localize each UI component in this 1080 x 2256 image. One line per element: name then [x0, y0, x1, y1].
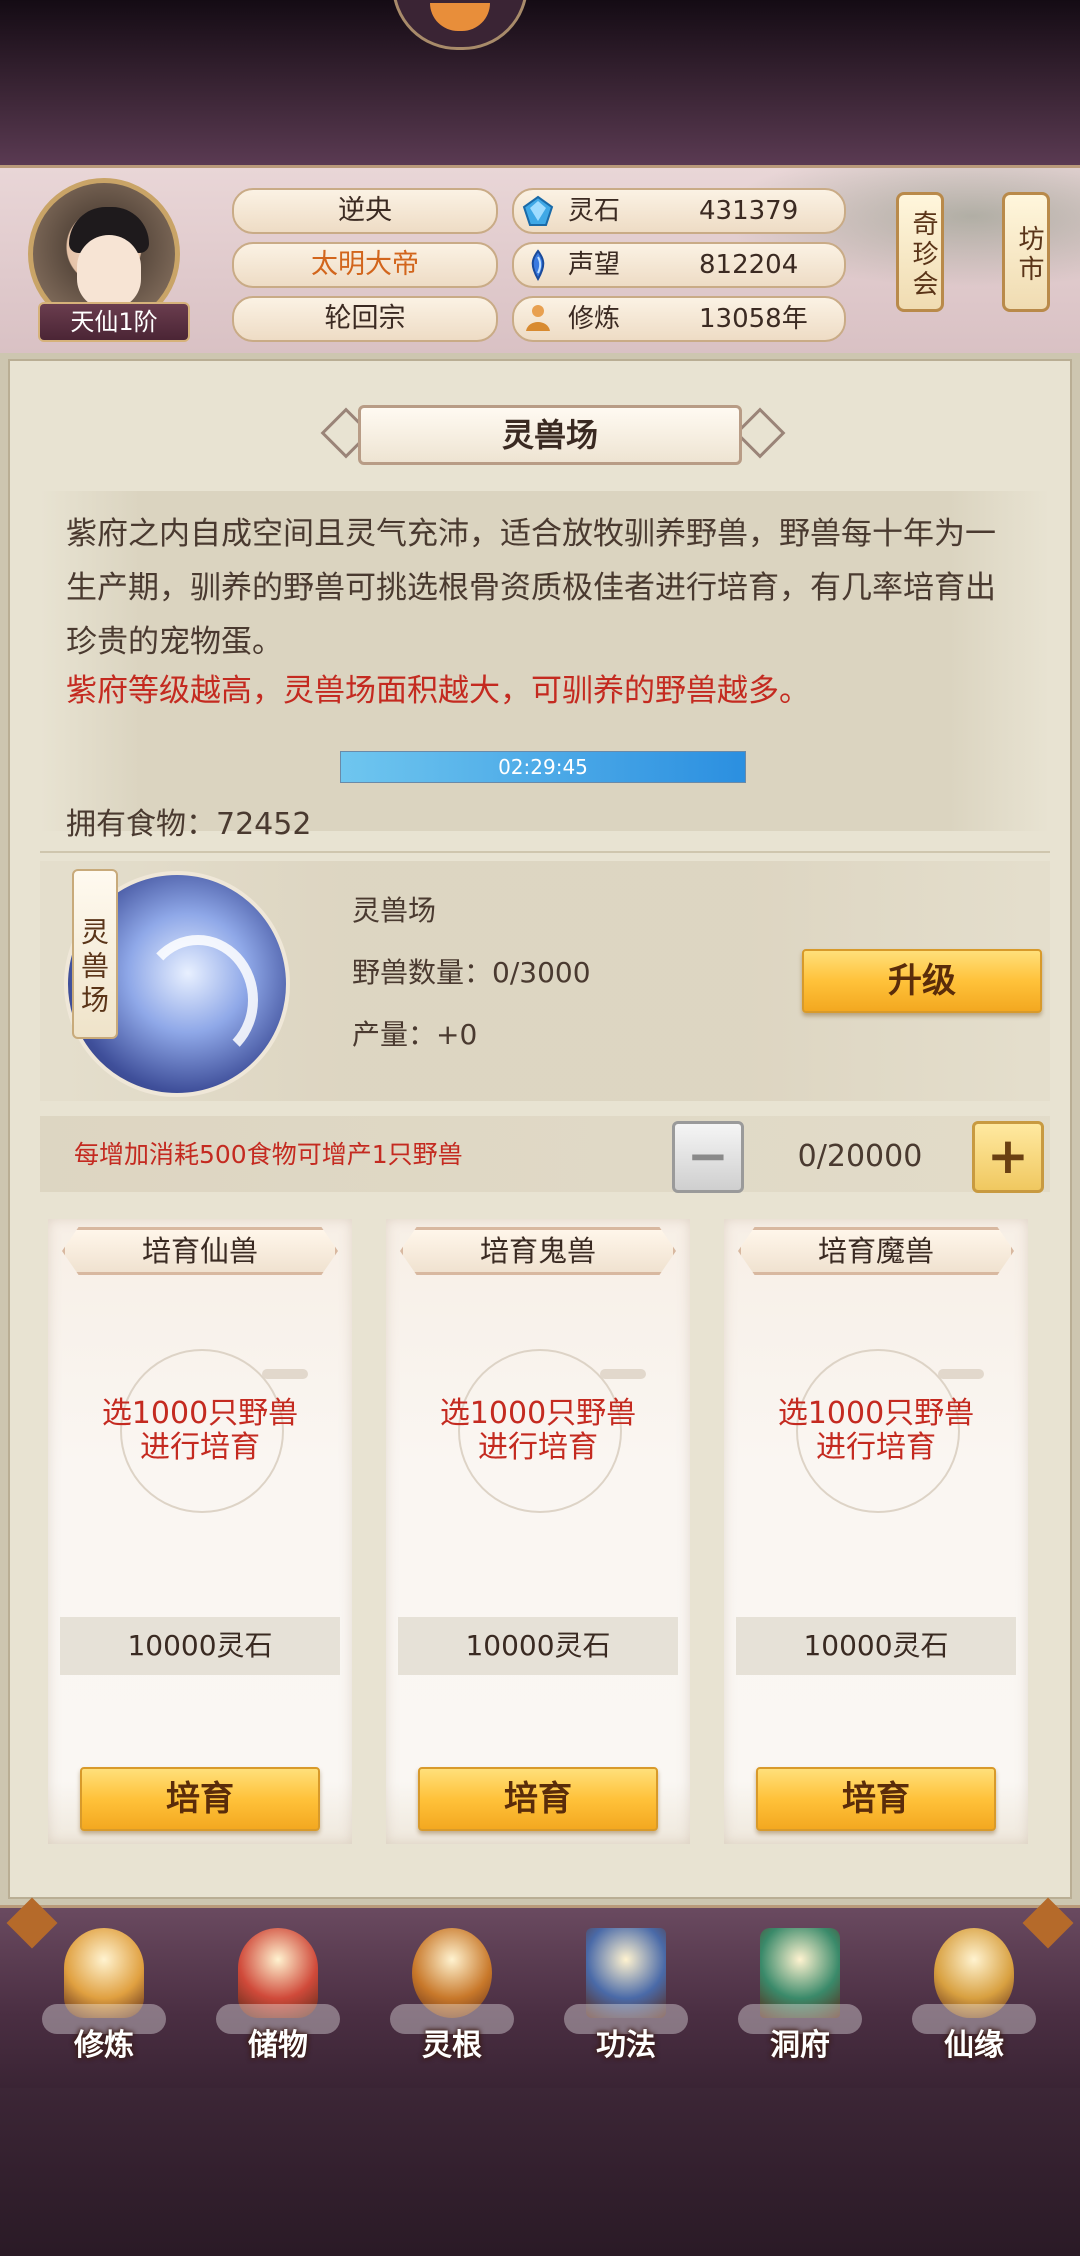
resource-reputation: 声望 812204 — [512, 242, 846, 288]
select-beasts-hint: 选1000只野兽 进行培育 — [439, 1396, 637, 1465]
panel-title: 灵兽场 — [358, 405, 742, 465]
card-title: 培育仙兽 — [62, 1227, 338, 1275]
top-bar — [0, 0, 1080, 165]
breed-card-demon: 培育魔兽 选1000只野兽 进行培育 10000灵石 培育 — [724, 1219, 1028, 1844]
card-title: 培育魔兽 — [738, 1227, 1014, 1275]
top-emblem-icon — [392, 0, 528, 50]
resource-spirit-stone: 灵石 431379 — [512, 188, 846, 234]
breed-button[interactable]: 培育 — [418, 1767, 658, 1831]
breed-card-ghost: 培育鬼兽 选1000只野兽 进行培育 10000灵石 培育 — [386, 1219, 690, 1844]
avatar[interactable]: 天仙1阶 — [28, 178, 190, 342]
breed-button[interactable]: 培育 — [756, 1767, 996, 1831]
nav-technique[interactable]: 功法 — [556, 1928, 696, 2078]
timer-label: 02:29:45 — [498, 755, 588, 779]
description-text: 紫府之内自成空间且灵气充沛，适合放牧驯养野兽，野兽每十年为一生产期，驯养的野兽可… — [66, 516, 996, 660]
cultivation-icon — [526, 305, 550, 331]
breed-cost: 10000灵石 — [60, 1617, 340, 1675]
description-note: 紫府等级越高，灵兽场面积越大，可驯养的野兽越多。 — [66, 673, 810, 709]
treasure-auction-button[interactable]: 奇珍会 — [896, 192, 944, 312]
beast-field-scroll-label: 灵兽场 — [72, 869, 118, 1039]
food-count: 拥有食物：72452 — [66, 807, 312, 842]
player-title: 太明大帝 — [232, 242, 498, 288]
beast-field-name: 灵兽场 — [352, 894, 437, 927]
nav-fate[interactable]: 仙缘 — [904, 1928, 1044, 2078]
breed-button[interactable]: 培育 — [80, 1767, 320, 1831]
bottom-nav: 修炼 储物 灵根 功法 洞府 仙缘 — [0, 1905, 1080, 2091]
production-timer-bar: 02:29:45 — [340, 751, 746, 783]
select-beasts-hint: 选1000只野兽 进行培育 — [101, 1396, 299, 1465]
upgrade-button[interactable]: 升级 — [802, 949, 1042, 1013]
beast-increase-value: 0/20000 — [797, 1139, 923, 1174]
cloud-decoration — [600, 1369, 646, 1379]
divider — [40, 851, 1050, 853]
beast-count: 野兽数量：0/3000 — [352, 956, 591, 989]
reputation-icon — [531, 249, 545, 281]
panel-body: 灵兽场 紫府之内自成空间且灵气充沛，适合放牧驯养野兽，野兽每十年为一生产期，驯养… — [8, 359, 1072, 1899]
consume-hint: 每增加消耗500食物可增产1只野兽 — [74, 1140, 463, 1169]
player-header: 天仙1阶 逆央 太明大帝 轮回宗 灵石 431379 声望 812204 修炼 … — [0, 165, 1080, 356]
nav-cave-residence[interactable]: 洞府 — [730, 1928, 870, 2078]
beast-output: 产量：+0 — [352, 1018, 478, 1051]
beast-field-panel: 灵兽场 紫府之内自成空间且灵气充沛，适合放牧驯养野兽，野兽每十年为一生产期，驯养… — [0, 353, 1080, 1905]
nav-spirit-root[interactable]: 灵根 — [382, 1928, 522, 2078]
decrease-button[interactable]: − — [672, 1121, 744, 1193]
bottom-strip — [0, 2088, 1080, 2256]
cloud-decoration — [938, 1369, 984, 1379]
cloud-decoration — [262, 1369, 308, 1379]
increase-button[interactable]: + — [972, 1121, 1044, 1193]
breed-card-immortal: 培育仙兽 选1000只野兽 进行培育 10000灵石 培育 — [48, 1219, 352, 1844]
nav-cultivate[interactable]: 修炼 — [34, 1928, 174, 2078]
player-sect: 轮回宗 — [232, 296, 498, 342]
spirit-stone-icon — [522, 195, 554, 226]
breed-cost: 10000灵石 — [398, 1617, 678, 1675]
select-beasts-hint: 选1000只野兽 进行培育 — [777, 1396, 975, 1465]
resource-cultivation: 修炼 13058年 — [512, 296, 846, 342]
breed-cost: 10000灵石 — [736, 1617, 1016, 1675]
player-name: 逆央 — [232, 188, 498, 234]
market-button[interactable]: 坊市 — [1002, 192, 1050, 312]
nav-storage[interactable]: 储物 — [208, 1928, 348, 2078]
panel-title-banner: 灵兽场 — [308, 405, 792, 465]
rank-badge: 天仙1阶 — [38, 302, 190, 342]
card-title: 培育鬼兽 — [400, 1227, 676, 1275]
